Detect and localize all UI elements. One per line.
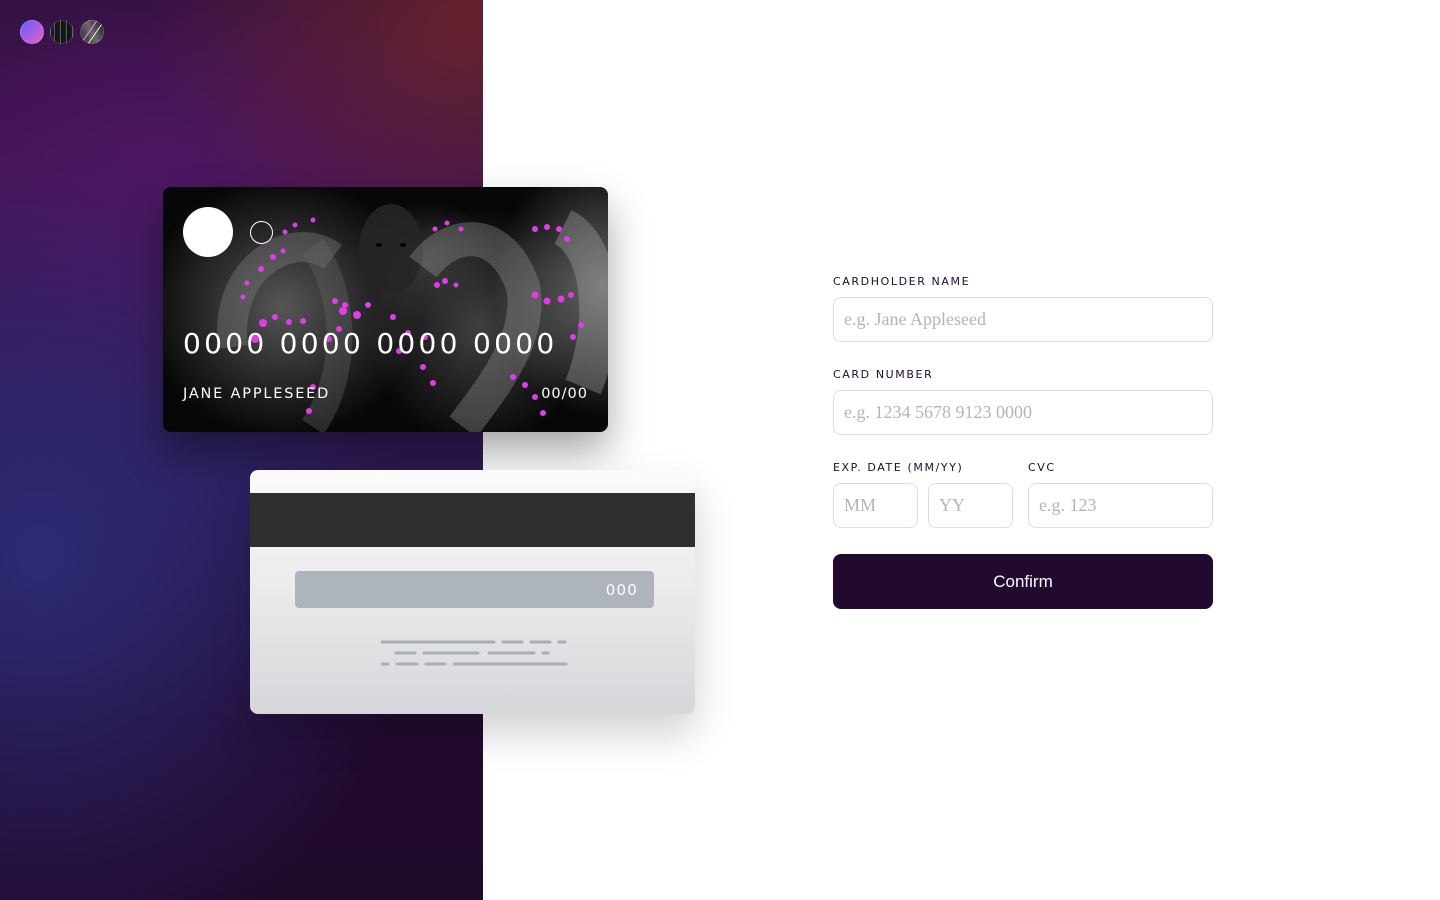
card-number-input[interactable] [833,390,1213,435]
cvc-input[interactable] [1028,483,1213,528]
cvc-label: CVC [1028,461,1056,474]
card-number-display: 0000 0000 0000 0000 [183,327,558,360]
cvc-group: CVC [1028,461,1213,528]
theme-switcher [20,20,104,44]
decorative-side-panel [0,0,483,900]
cardholder-name-input[interactable] [833,297,1213,342]
card-fine-print-lines [381,640,568,666]
gradient-theme-icon[interactable] [20,20,44,44]
confirm-button[interactable]: Confirm [833,554,1213,609]
card-number-label: CARD NUMBER [833,368,934,381]
expiry-month-input[interactable] [833,483,918,528]
card-cvc-display: 000 [605,581,638,599]
card-front: 0000 0000 0000 0000 JANE APPLESEED 00/00 [163,187,608,432]
card-number-group: CARD NUMBER [833,368,1213,435]
cardholder-name-display: JANE APPLESEED [183,386,331,402]
marble-theme-icon[interactable] [80,20,104,44]
card-back: 000 [250,470,695,714]
expiry-cvc-row: EXP. DATE (MM/YY) CVC [833,461,1213,528]
cardholder-group: CARDHOLDER NAME [833,275,1213,342]
expiry-year-input[interactable] [928,483,1013,528]
expiry-group: EXP. DATE (MM/YY) [833,461,1013,528]
card-logo-filled-circle [183,207,233,257]
cardholder-label: CARDHOLDER NAME [833,275,971,288]
snake-theme-icon[interactable] [50,20,74,44]
magnetic-stripe [250,493,695,547]
signature-strip: 000 [295,571,654,608]
card-logo-outline-circle [250,221,273,244]
card-expiry-display: 00/00 [541,386,588,402]
card-details-form: CARDHOLDER NAME CARD NUMBER EXP. DATE (M… [833,275,1213,609]
expiry-label: EXP. DATE (MM/YY) [833,461,964,474]
